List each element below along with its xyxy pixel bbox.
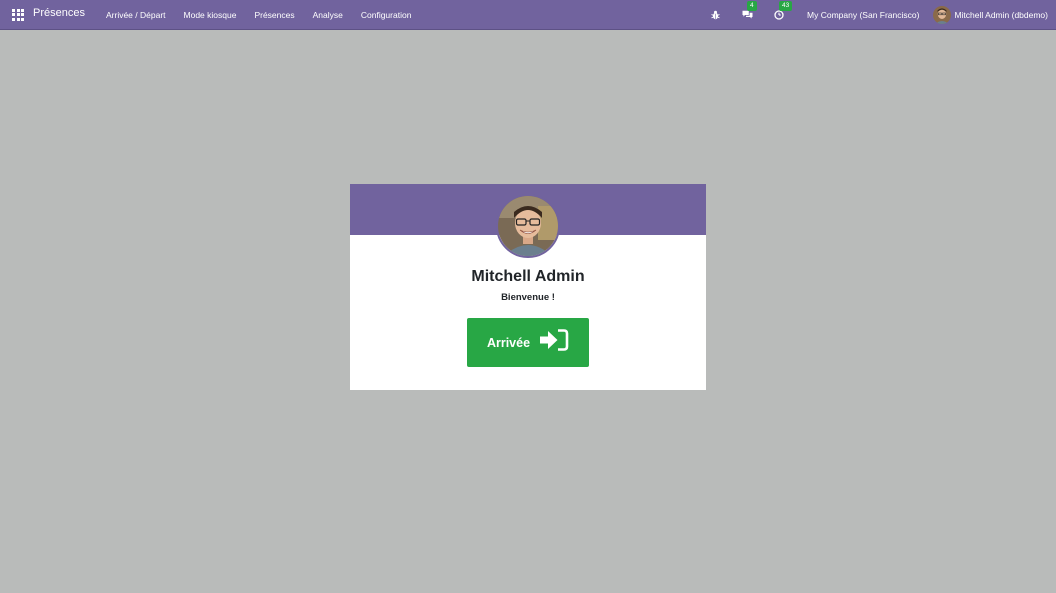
messages-badge: 4	[747, 0, 757, 11]
attendance-card: Mitchell Admin Bienvenue ! Arrivée	[350, 184, 706, 390]
clock-icon[interactable]: 43	[773, 0, 793, 21]
top-navbar: Présences Arrivée / Départ Mode kiosque …	[0, 0, 1056, 30]
user-name: Mitchell Admin (dbdemo)	[954, 9, 1048, 20]
apps-menu-icon[interactable]	[12, 8, 26, 22]
check-in-button[interactable]: Arrivée	[467, 318, 589, 367]
check-in-label: Arrivée	[486, 335, 531, 350]
employee-name: Mitchell Admin	[471, 268, 585, 285]
menu-item-checkin-checkout[interactable]: Arrivée / Départ	[106, 10, 166, 20]
menu-item-reporting[interactable]: Analyse	[313, 10, 343, 20]
menu-item-configuration[interactable]: Configuration	[361, 10, 412, 20]
app-brand[interactable]: Présences	[33, 7, 85, 19]
welcome-message: Bienvenue !	[501, 292, 555, 303]
menu-item-kiosk-mode[interactable]: Mode kiosque	[184, 10, 237, 20]
company-switcher[interactable]: My Company (San Francisco)	[807, 10, 919, 20]
sign-in-icon	[539, 328, 569, 357]
activities-badge: 43	[779, 0, 793, 11]
bug-icon[interactable]	[709, 9, 721, 21]
menu-item-attendances[interactable]: Présences	[254, 10, 294, 20]
chat-icon[interactable]: 4	[741, 0, 757, 21]
employee-avatar	[496, 194, 560, 258]
navbar-systray: 4 43 My Company (San Francisco) Mitchell…	[699, 0, 1056, 29]
user-menu[interactable]: Mitchell Admin (dbdemo)	[933, 5, 1048, 24]
user-avatar	[933, 5, 952, 24]
